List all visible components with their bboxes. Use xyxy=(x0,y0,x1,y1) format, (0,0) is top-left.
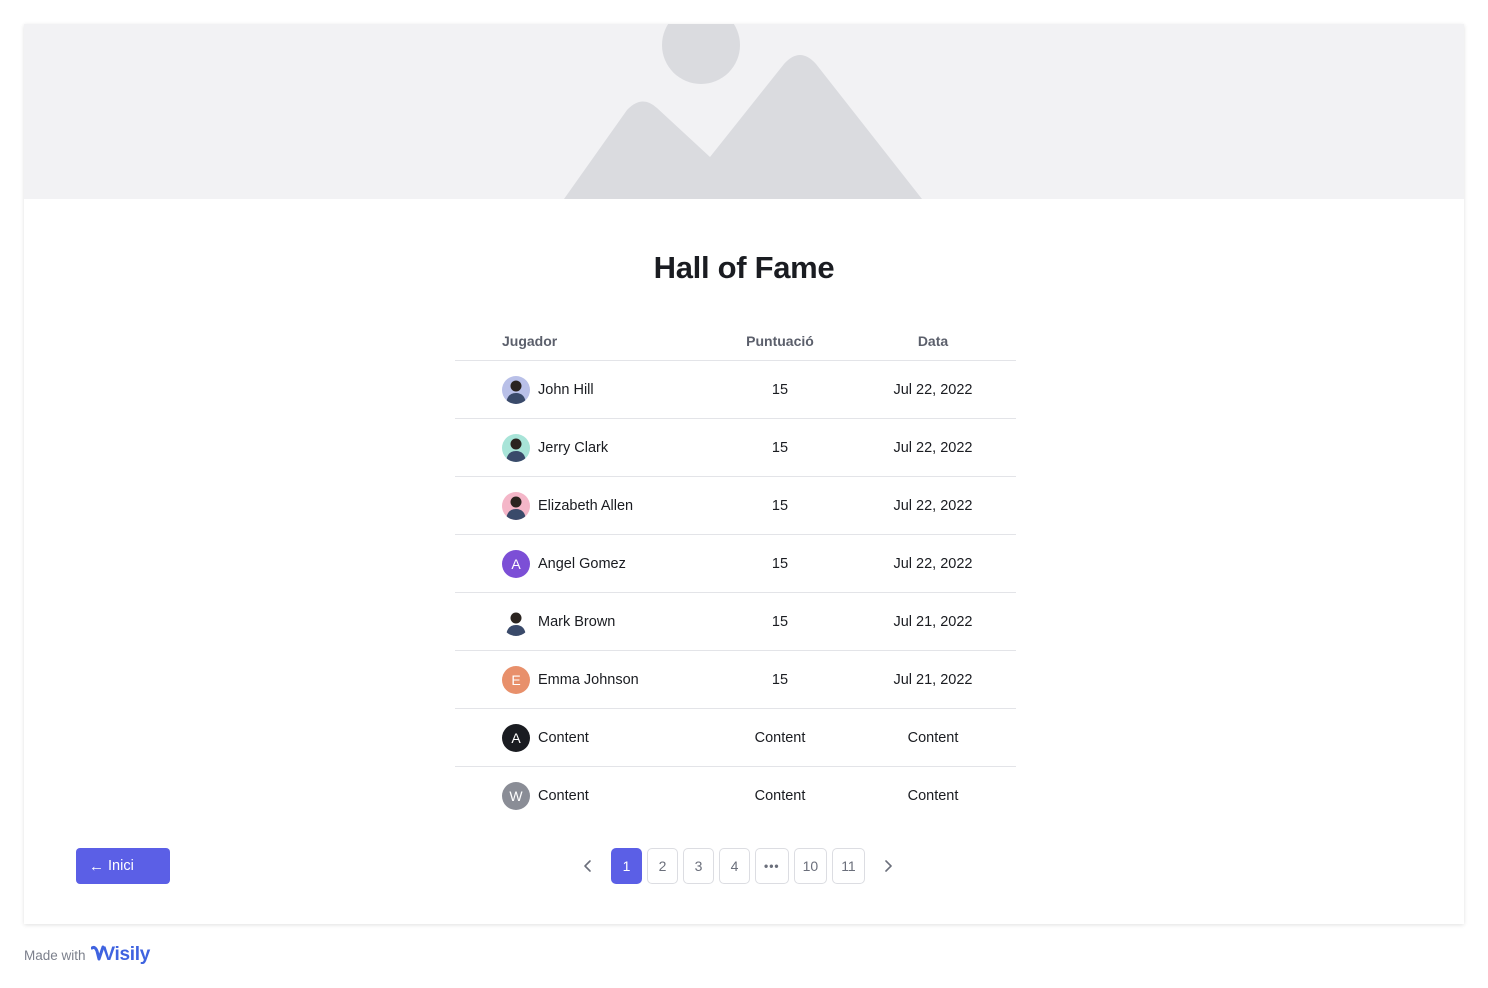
chevron-right-icon[interactable] xyxy=(875,848,901,884)
score-cell: 15 xyxy=(771,613,789,630)
player-name: Angel Gomez xyxy=(538,555,626,572)
person-photo-icon xyxy=(506,496,526,520)
table-row[interactable]: Jerry Clark 15 Jul 22, 2022 xyxy=(455,419,1016,477)
player-name: John Hill xyxy=(538,381,594,398)
score-cell: 15 xyxy=(771,555,789,572)
player-name: Mark Brown xyxy=(538,613,616,630)
pagination: 1 2 3 4 ••• 10 11 xyxy=(575,848,901,884)
date-cell: Jul 21, 2022 xyxy=(893,613,973,630)
person-photo-icon xyxy=(506,438,526,462)
player-name: Content xyxy=(538,729,589,746)
chevron-left-icon[interactable] xyxy=(575,848,601,884)
table-row[interactable]: E Emma Johnson 15 Jul 21, 2022 xyxy=(455,651,1016,709)
home-back-button[interactable]: ← Inici xyxy=(76,848,170,884)
date-cell: Jul 22, 2022 xyxy=(893,439,973,456)
date-cell: Content xyxy=(907,788,959,804)
player-name: Emma Johnson xyxy=(538,671,639,688)
main-card: Hall of Fame Jugador Puntuació Data John… xyxy=(24,24,1464,924)
avatar xyxy=(502,491,530,520)
person-photo-icon xyxy=(506,612,526,636)
avatar: A xyxy=(502,723,530,752)
score-cell: 15 xyxy=(771,381,789,398)
table-row[interactable]: Mark Brown 15 Jul 21, 2022 xyxy=(455,593,1016,651)
date-cell: Jul 22, 2022 xyxy=(893,497,973,514)
person-photo-icon xyxy=(506,380,526,404)
page-button[interactable]: 3 xyxy=(683,848,714,884)
page-title: Hall of Fame xyxy=(653,250,835,285)
table-row[interactable]: John Hill 15 Jul 22, 2022 xyxy=(455,361,1016,419)
table-row[interactable]: Elizabeth Allen 15 Jul 22, 2022 xyxy=(455,477,1016,535)
visily-logo[interactable]: Visily xyxy=(90,944,151,966)
table-row[interactable]: W Content Content Content xyxy=(455,767,1016,825)
avatar: W xyxy=(502,782,530,810)
avatar: A xyxy=(502,549,530,578)
player-name: Jerry Clark xyxy=(538,439,609,456)
avatar xyxy=(502,607,530,636)
header-score: Puntuació xyxy=(746,333,814,349)
table-row[interactable]: A Angel Gomez 15 Jul 22, 2022 xyxy=(455,535,1016,593)
header-date: Data xyxy=(917,333,949,349)
footer: Made with Visily xyxy=(24,940,150,970)
score-cell: Content xyxy=(754,729,806,746)
page-button[interactable]: 2 xyxy=(647,848,678,884)
score-cell: 15 xyxy=(771,439,789,456)
page-button[interactable]: 11 xyxy=(832,848,865,884)
avatar xyxy=(502,375,530,404)
score-cell: 15 xyxy=(771,671,789,688)
brand-name: Visily xyxy=(102,944,151,965)
header-player: Jugador xyxy=(502,333,558,349)
home-button-label: Inici xyxy=(108,858,134,874)
pagination-ellipsis[interactable]: ••• xyxy=(755,848,789,884)
page-button[interactable]: 10 xyxy=(793,848,828,884)
made-with-text: Made with xyxy=(24,947,86,963)
avatar: E xyxy=(502,665,530,694)
date-cell: Jul 21, 2022 xyxy=(893,671,973,688)
page-button[interactable]: 4 xyxy=(719,848,750,884)
leaderboard-table: Jugador Puntuació Data John Hill 15 Jul 22… xyxy=(455,322,1016,825)
table-header: Jugador Puntuació Data xyxy=(455,322,1016,361)
page-button[interactable]: 1 xyxy=(611,848,642,884)
date-cell: Content xyxy=(907,729,959,746)
player-name: Content xyxy=(538,788,589,804)
table-row[interactable]: A Content Content Content xyxy=(455,709,1016,767)
hero-image-placeholder xyxy=(24,24,1464,199)
score-cell: 15 xyxy=(771,497,789,514)
date-cell: Jul 22, 2022 xyxy=(893,381,973,398)
arrow-left-icon: ← xyxy=(89,857,104,875)
player-name: Elizabeth Allen xyxy=(538,497,634,514)
avatar xyxy=(502,433,530,462)
score-cell: Content xyxy=(754,788,806,804)
image-placeholder-icon xyxy=(564,24,922,199)
date-cell: Jul 22, 2022 xyxy=(893,555,973,572)
